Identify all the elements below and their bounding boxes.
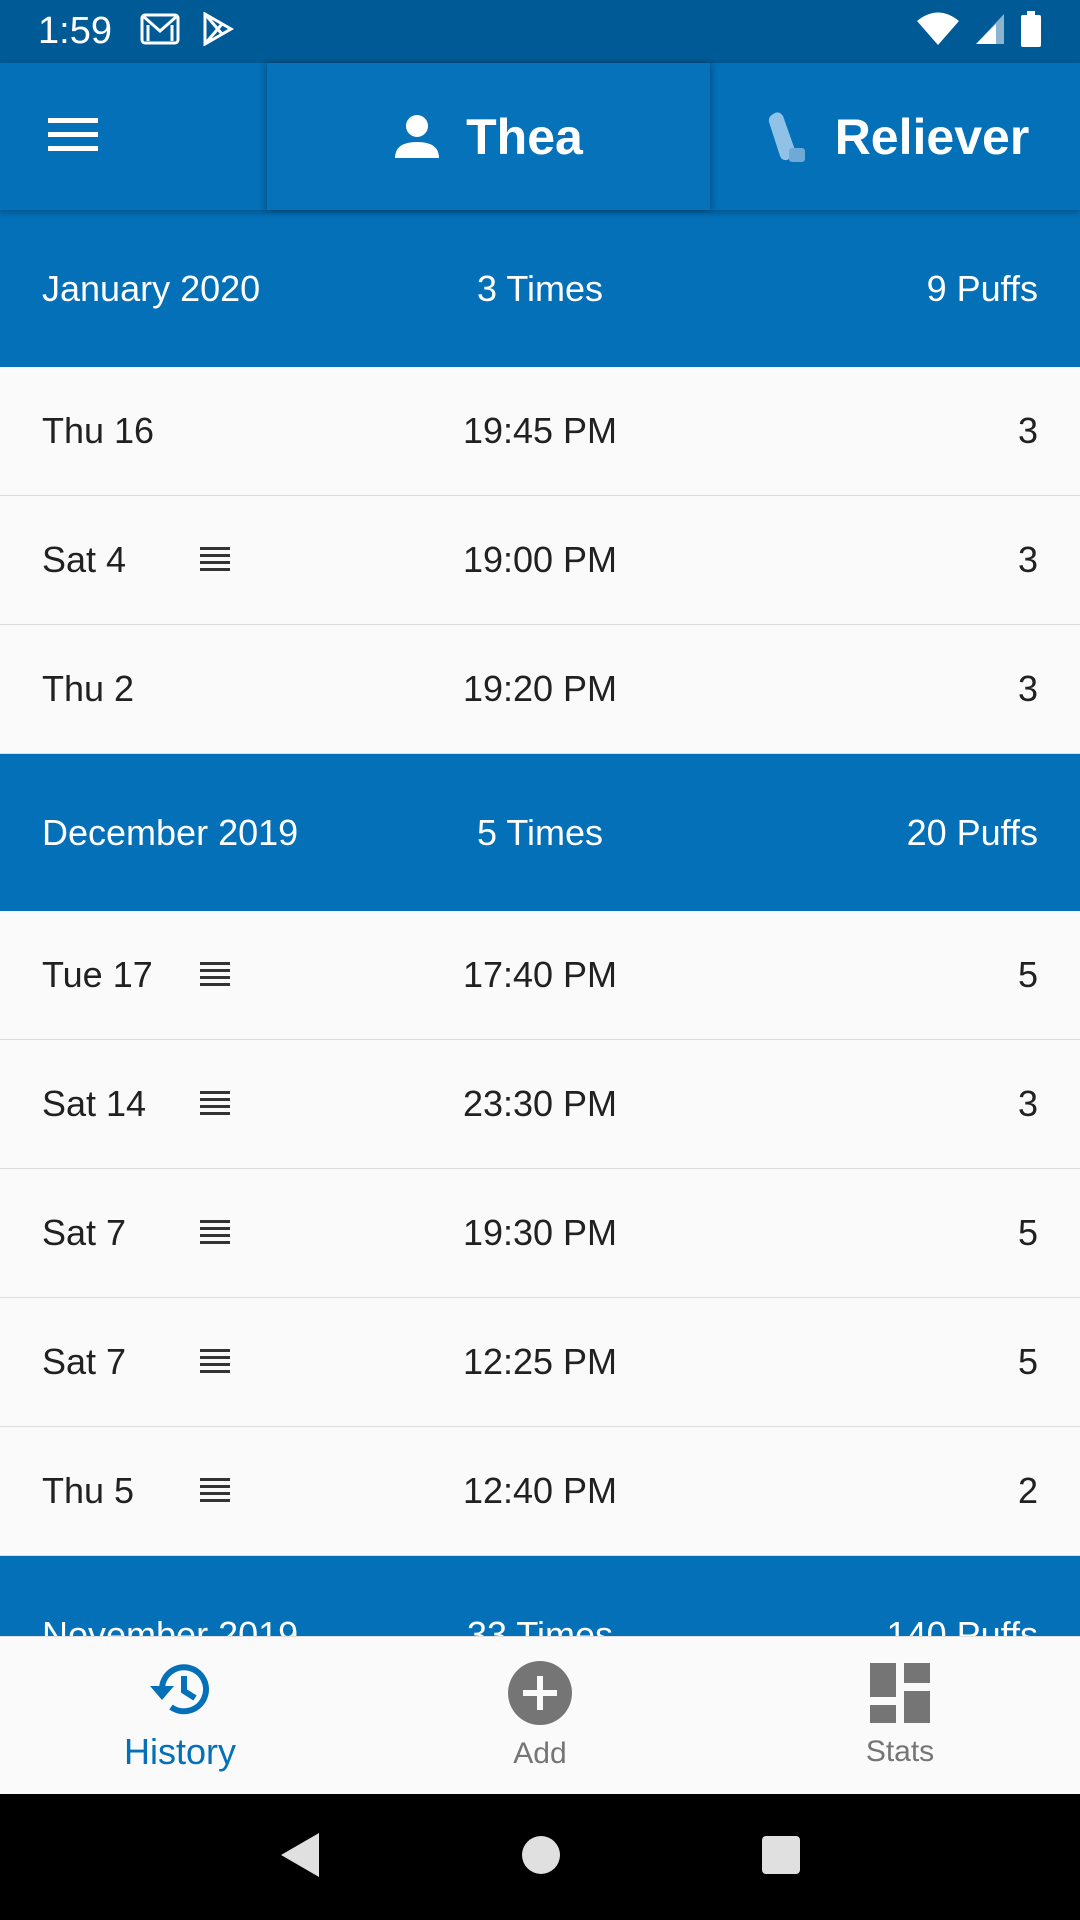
history-row[interactable]: Sat 7 12:25 PM 5 [0, 1298, 1080, 1427]
entry-day: Thu 16 [42, 410, 155, 451]
recents-icon[interactable] [761, 1835, 801, 1880]
entry-puffs: 5 [1017, 954, 1038, 995]
notes-icon [200, 1478, 230, 1504]
add-circle-icon [507, 1660, 573, 1731]
entry-day: Sat 7 [42, 1212, 127, 1253]
nav-history[interactable]: History [0, 1637, 360, 1794]
notes-icon [200, 1091, 230, 1117]
entry-time: 23:30 PM [462, 1083, 618, 1124]
history-row[interactable]: Sat 7 19:30 PM 5 [0, 1169, 1080, 1298]
history-list[interactable]: January 2020 3 Times 9 Puffs Thu 16 19:4… [0, 210, 1080, 1636]
notes-icon [200, 1349, 230, 1375]
screen: 1:59 Thea Reliever January 2020 3 Times … [0, 0, 1080, 1920]
medication-type-selector[interactable]: Reliever [714, 63, 1080, 210]
entry-day: Thu 5 [42, 1470, 135, 1511]
notes-icon [200, 1220, 230, 1246]
gmail-icon [140, 13, 180, 50]
menu-button[interactable] [0, 63, 263, 210]
notes-icon [200, 962, 230, 988]
app-bar: Thea Reliever [0, 63, 1080, 210]
user-name: Thea [466, 108, 583, 165]
entry-day: Thu 2 [42, 668, 135, 709]
history-row[interactable]: Thu 2 19:20 PM 3 [0, 625, 1080, 754]
status-bar: 1:59 [0, 0, 1080, 63]
system-nav-bar [0, 1794, 1080, 1920]
entry-puffs: 3 [1017, 410, 1038, 451]
entry-day: Sat 4 [42, 539, 127, 580]
history-row[interactable]: Thu 16 19:45 PM 3 [0, 367, 1080, 496]
nav-add[interactable]: Add [360, 1637, 720, 1794]
home-icon[interactable] [521, 1835, 561, 1880]
bottom-nav: History Add Stats [0, 1636, 1080, 1794]
entry-time: 17:40 PM [462, 954, 618, 995]
nav-stats-label: Stats [865, 1735, 935, 1768]
history-row[interactable]: Sat 14 23:30 PM 3 [0, 1040, 1080, 1169]
person-icon [394, 114, 440, 160]
status-time: 1:59 [38, 10, 112, 52]
month-puffs: 20 Puffs [906, 811, 1038, 853]
wifi-icon [916, 12, 960, 51]
nav-history-label: History [123, 1731, 236, 1772]
entry-time: 19:45 PM [462, 410, 618, 451]
battery-icon [1020, 11, 1042, 52]
entry-time: 19:30 PM [462, 1212, 618, 1253]
entry-time: 19:20 PM [462, 668, 618, 709]
month-puffs: 9 Puffs [926, 267, 1038, 309]
month-puffs: 140 Puffs [886, 1614, 1038, 1636]
nav-stats[interactable]: Stats [720, 1637, 1080, 1794]
entry-puffs: 3 [1017, 1083, 1038, 1124]
nav-add-label: Add [513, 1737, 567, 1770]
entry-day: Tue 17 [42, 954, 153, 995]
entry-puffs: 2 [1017, 1470, 1038, 1511]
history-row[interactable]: Sat 4 19:00 PM 3 [0, 496, 1080, 625]
month-label: November 2019 [42, 1614, 299, 1636]
notes-icon [200, 547, 230, 573]
status-right [916, 11, 1042, 52]
month-header: December 2019 5 Times 20 Puffs [0, 754, 1080, 911]
entry-puffs: 5 [1017, 1212, 1038, 1253]
menu-icon [48, 116, 98, 157]
month-label: December 2019 [42, 811, 299, 853]
month-header: November 2019 33 Times 140 Puffs [0, 1556, 1080, 1636]
back-icon[interactable] [279, 1831, 321, 1884]
history-row[interactable]: Tue 17 17:40 PM 5 [0, 911, 1080, 1040]
dashboard-icon [869, 1662, 931, 1729]
entry-time: 12:40 PM [462, 1470, 618, 1511]
entry-puffs: 5 [1017, 1341, 1038, 1382]
entry-puffs: 3 [1017, 539, 1038, 580]
entry-day: Sat 14 [42, 1083, 147, 1124]
entry-time: 19:00 PM [462, 539, 618, 580]
inhaler-icon [765, 110, 809, 164]
month-header: January 2020 3 Times 9 Puffs [0, 210, 1080, 367]
play-store-icon [202, 11, 234, 51]
entry-time: 12:25 PM [462, 1341, 618, 1382]
medication-type-label: Reliever [834, 108, 1030, 165]
entry-day: Sat 7 [42, 1341, 127, 1382]
user-selector[interactable]: Thea [267, 63, 710, 210]
month-label: January 2020 [42, 267, 261, 309]
entry-puffs: 3 [1017, 668, 1038, 709]
history-row[interactable]: Thu 5 12:40 PM 2 [0, 1427, 1080, 1556]
history-icon [144, 1658, 216, 1725]
signal-icon [974, 12, 1006, 51]
